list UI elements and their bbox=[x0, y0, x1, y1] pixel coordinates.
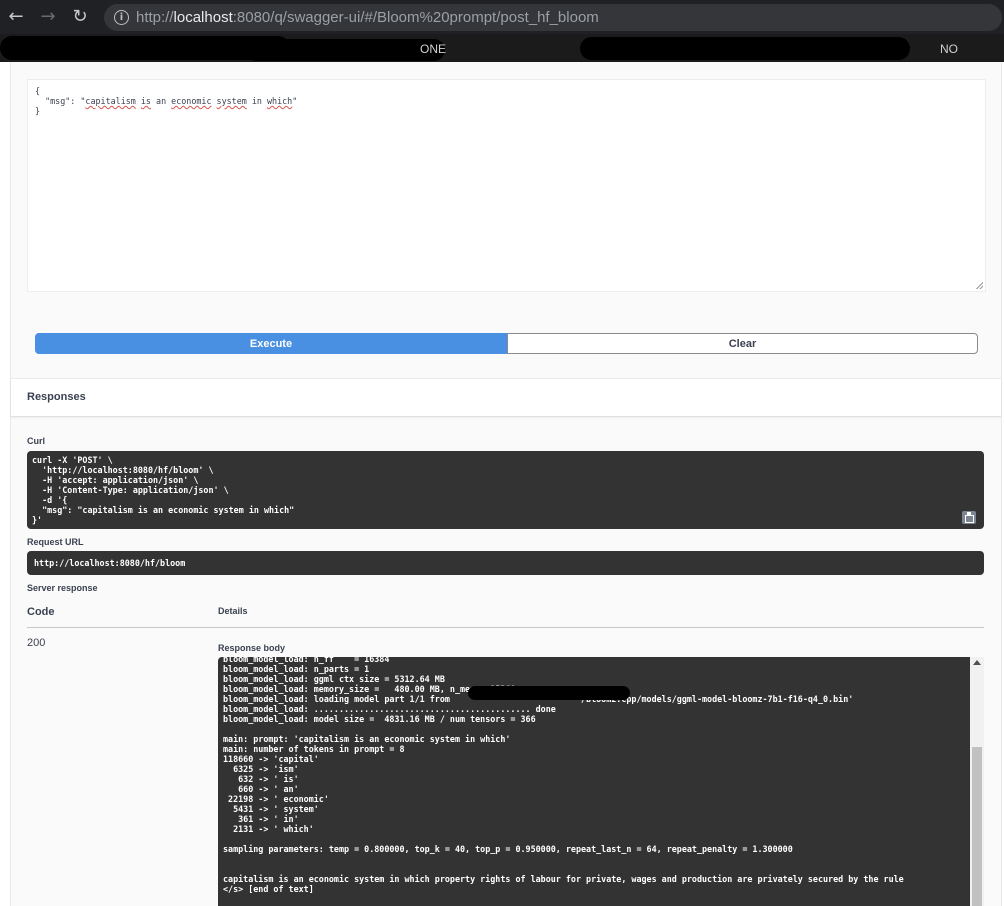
swagger-header: ONE NO bbox=[0, 34, 1004, 62]
status-code: 200 bbox=[27, 637, 46, 649]
response-body-label: Response body bbox=[218, 643, 286, 653]
execute-button-group: Execute Clear bbox=[35, 333, 978, 354]
clear-button[interactable]: Clear bbox=[507, 333, 978, 354]
redaction-mark bbox=[245, 39, 445, 61]
resize-handle[interactable] bbox=[976, 282, 983, 289]
responses-header: Responses bbox=[11, 378, 1001, 417]
response-body-block[interactable]: bloom_model_load: n_ff = 16384 bloom_mod… bbox=[218, 657, 970, 906]
response-scrollbar[interactable] bbox=[970, 657, 984, 906]
curl-command: curl -X 'POST' \ 'http://localhost:8080/… bbox=[32, 455, 295, 525]
operation-panel: { "msg": "capitalism is an economic syst… bbox=[10, 62, 1002, 906]
details-column-header: Details bbox=[218, 606, 248, 616]
forward-arrow-icon[interactable]: → bbox=[38, 7, 58, 27]
server-response-label: Server response bbox=[27, 583, 98, 593]
address-bar[interactable]: i http://localhost:8080/q/swagger-ui/#/B… bbox=[104, 4, 1002, 31]
request-url-text: http://localhost:8080/hf/bloom bbox=[34, 558, 186, 568]
redaction-mark bbox=[580, 37, 910, 60]
header-fragment: ONE bbox=[420, 42, 447, 56]
curl-block: curl -X 'POST' \ 'http://localhost:8080/… bbox=[27, 451, 984, 529]
code-column-header: Code bbox=[27, 606, 55, 618]
request-url-label: Request URL bbox=[27, 537, 84, 547]
response-table-header: Code Details bbox=[27, 601, 984, 628]
browser-toolbar: ← → ↻ i http://localhost:8080/q/swagger-… bbox=[0, 0, 1004, 34]
curl-label: Curl bbox=[27, 436, 45, 446]
back-arrow-icon[interactable]: ← bbox=[6, 7, 26, 27]
copy-to-clipboard-icon[interactable] bbox=[962, 511, 976, 524]
request-body-editor[interactable]: { "msg": "capitalism is an economic syst… bbox=[27, 79, 986, 292]
request-body-text: { "msg": "capitalism is an economic syst… bbox=[35, 86, 298, 116]
redaction-mark bbox=[468, 686, 630, 700]
responses-title: Responses bbox=[27, 391, 86, 403]
scroll-up-arrow-icon[interactable] bbox=[973, 660, 981, 665]
url-text: http://localhost:8080/q/swagger-ui/#/Blo… bbox=[136, 9, 599, 26]
reload-icon[interactable]: ↻ bbox=[70, 7, 90, 27]
scroll-thumb[interactable] bbox=[972, 747, 982, 906]
request-url-block: http://localhost:8080/hf/bloom bbox=[27, 551, 984, 575]
header-fragment: NO bbox=[940, 42, 958, 56]
execute-button[interactable]: Execute bbox=[35, 333, 507, 354]
site-info-icon[interactable]: i bbox=[114, 10, 129, 25]
